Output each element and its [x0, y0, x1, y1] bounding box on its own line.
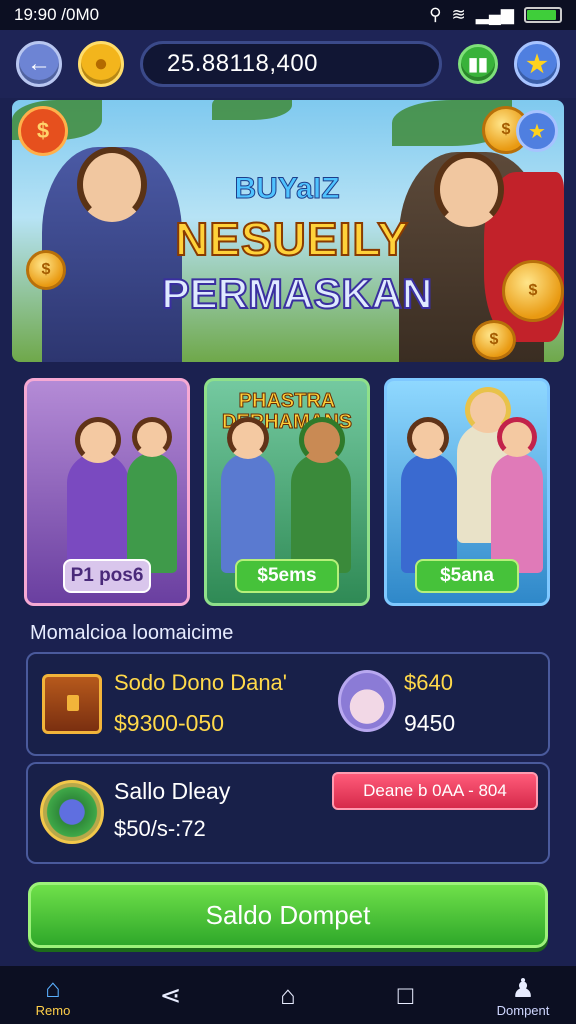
nav-home-outline[interactable]: ⌂ — [253, 980, 323, 1010]
info-panel[interactable]: Sodo Dono Dana' $9300-050 $640 9450 — [26, 652, 550, 756]
home-icon: ⌂ — [45, 972, 61, 1003]
section-title: Momalcioa loomaicime — [30, 622, 234, 644]
signal-icon: ▂▄▆ — [475, 5, 514, 24]
character-illustration — [491, 417, 543, 573]
character-illustration — [291, 417, 351, 573]
card-price: $5ana — [415, 559, 519, 593]
character-illustration — [401, 417, 457, 573]
banner-subtitle: PERMASKAN — [161, 269, 434, 318]
house-outline-icon: ⌂ — [280, 980, 296, 1010]
coin-icon: $ — [472, 320, 516, 360]
panel-side-title: $640 — [404, 670, 453, 695]
banner-title: NESUEILY — [174, 212, 409, 266]
nav-wallet-label: Dompent — [496, 1002, 550, 1018]
nav-share[interactable]: ⋖ — [136, 980, 206, 1010]
panel-side-amount: 9450 — [404, 710, 456, 736]
back-button[interactable]: ← — [16, 41, 62, 87]
banner-title-small: BUYaIZ — [234, 172, 340, 206]
balance-value: 25.88118,400 — [167, 50, 319, 77]
balance-display: 25.88118,400 — [140, 41, 442, 87]
game-cards-row: P1 pos6 PHASTRA DERHAMANS $5ems $5ana — [24, 378, 552, 608]
favorites-button[interactable]: ★ — [514, 41, 560, 87]
character-illustration — [221, 417, 275, 573]
nav-square[interactable]: □ — [371, 980, 441, 1010]
card-price: P1 pos6 — [63, 559, 151, 593]
game-card[interactable]: P1 pos6 — [24, 378, 190, 606]
bottom-nav: ⌂ Remo ⋖ ⌂ □ ♟ Dompent — [0, 966, 576, 1024]
coin-badge-icon[interactable]: $ — [18, 106, 68, 156]
panel-title: Sodo Dono Dana' — [114, 670, 287, 695]
promo-banner[interactable]: $ $ $ $ $ ★ BUYaIZ NESUEILY PERMASKAN — [12, 100, 564, 362]
panel-amount: $9300-050 — [114, 710, 224, 736]
game-card[interactable]: PHASTRA DERHAMANS $5ems — [204, 378, 370, 606]
panel-amount: $50/s-:72 — [114, 816, 206, 841]
star-badge-icon[interactable]: ★ — [516, 110, 558, 152]
status-time: 19:90 /0M0 — [14, 5, 100, 24]
square-icon: □ — [397, 980, 414, 1010]
status-badge[interactable]: Deane b 0AA - 804 — [332, 772, 538, 810]
wallet-button[interactable]: ▮▮ — [458, 44, 498, 84]
treasure-chest-icon — [42, 674, 102, 734]
gem-medal-icon — [40, 780, 104, 844]
nav-wallet[interactable]: ♟ Dompent — [488, 973, 558, 1018]
location-icon: ⚲ — [429, 5, 442, 24]
character-illustration — [127, 417, 177, 573]
share-icon: ⋖ — [159, 980, 182, 1010]
panel-title: Sallo Dleay — [114, 778, 231, 804]
card-price: $5ems — [235, 559, 339, 593]
status-bar: 19:90 /0M0 ⚲ ≋ ▂▄▆ — [0, 0, 576, 30]
coin-icon[interactable]: ● — [78, 41, 124, 87]
coin-icon: $ — [502, 260, 564, 322]
wifi-icon: ≋ — [451, 5, 466, 24]
status-icons: ⚲ ≋ ▂▄▆ — [429, 5, 562, 25]
game-card[interactable]: $5ana — [384, 378, 550, 606]
coin-icon: $ — [26, 250, 66, 290]
info-panel[interactable]: Sallo Dleay $50/s-:72 Deane b 0AA - 804 — [26, 762, 550, 864]
nav-home-label: Remo — [35, 1002, 71, 1018]
character-illustration — [67, 417, 129, 573]
nav-home[interactable]: ⌂ Remo — [18, 973, 88, 1018]
avatar — [338, 670, 396, 732]
top-header: ← ● 25.88118,400 ▮▮ ★ — [0, 30, 576, 98]
battery-icon — [524, 7, 562, 23]
hero-girl-illustration — [42, 147, 182, 362]
leaf-decoration — [212, 100, 292, 120]
profile-icon: ♟ — [511, 972, 535, 1003]
wallet-balance-button[interactable]: Saldo Dompet — [28, 882, 548, 948]
